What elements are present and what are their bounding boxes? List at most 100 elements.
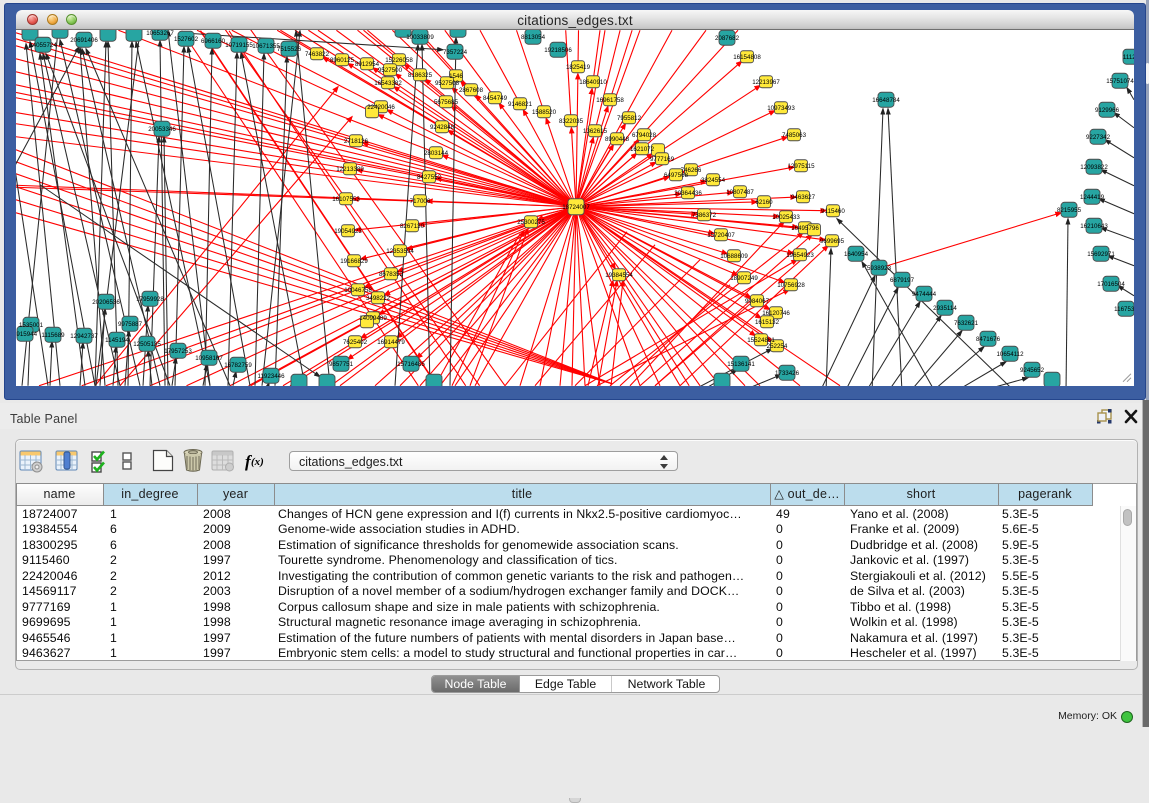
svg-text:12942737: 12942737 [70, 333, 98, 340]
svg-text:19218506: 19218506 [544, 47, 572, 54]
svg-text:17957253: 17957253 [164, 348, 192, 355]
svg-text:17959928: 17959928 [136, 296, 164, 303]
svg-text:12093822: 12093822 [1080, 164, 1108, 171]
svg-text:1640954: 1640954 [844, 251, 869, 258]
svg-text:2803144: 2803144 [424, 150, 449, 157]
svg-text:7357224: 7357224 [443, 49, 468, 56]
svg-text:1615132: 1615132 [755, 319, 780, 326]
svg-text:14055724: 14055724 [29, 42, 57, 49]
svg-text:2718126: 2718126 [344, 138, 369, 145]
svg-text:7955812: 7955812 [617, 115, 642, 122]
svg-text:8454749: 8454749 [483, 95, 508, 102]
svg-text:12975115: 12975115 [787, 163, 815, 170]
svg-text:9463627: 9463627 [791, 194, 816, 201]
svg-text:(x): (x) [251, 456, 264, 468]
svg-text:1733426: 1733426 [775, 370, 800, 377]
svg-text:11123: 11123 [1123, 54, 1134, 61]
svg-text:9129966: 9129966 [1095, 107, 1120, 114]
svg-text:1588520: 1588520 [532, 109, 557, 116]
svg-text:5675685: 5675685 [434, 99, 459, 106]
svg-text:19654923: 19654923 [786, 252, 814, 259]
svg-text:15136141: 15136141 [727, 361, 755, 368]
svg-text:8990448: 8990448 [605, 136, 630, 143]
svg-text:10025433: 10025433 [772, 214, 800, 221]
svg-text:3824554: 3824554 [701, 177, 726, 184]
svg-text:12213389: 12213389 [336, 166, 364, 173]
svg-text:19384554: 19384554 [605, 272, 633, 279]
svg-text:3915944: 3915944 [16, 331, 38, 338]
svg-text:20364436: 20364436 [674, 190, 702, 197]
svg-text:16210643: 16210643 [1080, 223, 1108, 230]
svg-text:10756928: 10756928 [777, 282, 805, 289]
svg-text:19166829: 19166829 [340, 258, 368, 265]
svg-text:20206536: 20206536 [92, 299, 120, 306]
svg-text:2867608: 2867608 [459, 87, 484, 94]
svg-text:18724007: 18724007 [562, 204, 590, 211]
svg-text:16543382: 16543382 [374, 80, 402, 87]
svg-text:9242848: 9242848 [430, 124, 455, 131]
svg-text:62160: 62160 [755, 199, 773, 206]
svg-text:12505135: 12505135 [133, 341, 161, 348]
svg-text:1527602: 1527602 [174, 36, 199, 43]
svg-text:8678352: 8678352 [379, 271, 404, 278]
svg-text:10807487: 10807487 [726, 189, 754, 196]
svg-text:14099489: 14099489 [359, 315, 387, 322]
svg-text:7386372: 7386372 [692, 212, 717, 219]
svg-text:8322035: 8322035 [559, 118, 584, 125]
svg-text:8471676: 8471676 [976, 336, 1001, 343]
svg-text:9777169: 9777169 [650, 156, 675, 163]
svg-text:9857751: 9857751 [329, 361, 354, 368]
svg-text:8186325: 8186325 [408, 72, 433, 79]
svg-text:7625402: 7625402 [343, 339, 368, 346]
svg-text:1115689: 1115689 [41, 332, 65, 339]
svg-text:20053346: 20053346 [148, 126, 176, 133]
svg-text:16154808: 16154808 [733, 54, 761, 61]
svg-text:8427552: 8427552 [417, 174, 442, 181]
svg-text:9474444: 9474444 [912, 291, 937, 298]
svg-text:17016504: 17016504 [1097, 281, 1125, 288]
svg-text:717006: 717006 [410, 198, 431, 205]
svg-text:10958107: 10958107 [195, 355, 223, 362]
svg-text:11923446: 11923446 [257, 373, 285, 380]
svg-text:10719155: 10719155 [225, 42, 253, 49]
svg-text:1167533: 1167533 [1114, 306, 1134, 313]
svg-text:16914479: 16914479 [377, 339, 405, 346]
svg-text:2087682: 2087682 [715, 35, 740, 42]
svg-text:10653267: 10653267 [146, 30, 174, 37]
svg-text:9227342: 9227342 [1086, 134, 1111, 141]
svg-text:10654112: 10654112 [996, 351, 1024, 358]
svg-text:6966160: 6966160 [201, 38, 226, 45]
svg-text:9527508: 9527508 [435, 80, 460, 87]
svg-text:9146821: 9146821 [508, 101, 533, 108]
svg-text:9975887: 9975887 [118, 321, 143, 328]
svg-text:1546: 1546 [449, 73, 463, 80]
svg-text:15720407: 15720407 [707, 232, 735, 239]
svg-text:25300275: 25300275 [517, 219, 545, 226]
svg-text:12213967: 12213967 [752, 79, 780, 86]
svg-text:16648784: 16648784 [872, 97, 900, 104]
svg-text:10046758: 10046758 [344, 287, 372, 294]
svg-text:15226058: 15226058 [385, 57, 413, 64]
svg-text:9084067: 9084067 [745, 298, 770, 305]
svg-text:9115460: 9115460 [821, 208, 845, 215]
svg-text:7632621: 7632621 [954, 320, 979, 327]
svg-text:6497568: 6497568 [664, 172, 689, 179]
svg-text:20691406: 20691406 [70, 37, 98, 44]
svg-text:1244419: 1244419 [1080, 194, 1105, 201]
svg-text:12353594: 12353594 [386, 248, 414, 255]
svg-text:8960125: 8960125 [330, 57, 355, 64]
svg-text:252254: 252254 [767, 343, 788, 350]
svg-text:6879197: 6879197 [890, 277, 915, 284]
svg-text:10973493: 10973493 [767, 105, 795, 112]
svg-text:7515526: 7515526 [277, 46, 302, 53]
svg-text:8813054: 8813054 [521, 34, 546, 41]
svg-text:18640910: 18640910 [579, 79, 607, 86]
svg-text:16495796: 16495796 [791, 225, 819, 232]
svg-text:8215955: 8215955 [1057, 207, 1082, 214]
svg-text:16961758: 16961758 [596, 97, 624, 104]
svg-text:1145194: 1145194 [105, 337, 129, 344]
svg-text:1621072: 1621072 [630, 146, 655, 153]
svg-text:16782759: 16782759 [224, 362, 252, 369]
svg-text:22420046: 22420046 [367, 104, 395, 111]
svg-text:3498222: 3498222 [366, 295, 391, 302]
